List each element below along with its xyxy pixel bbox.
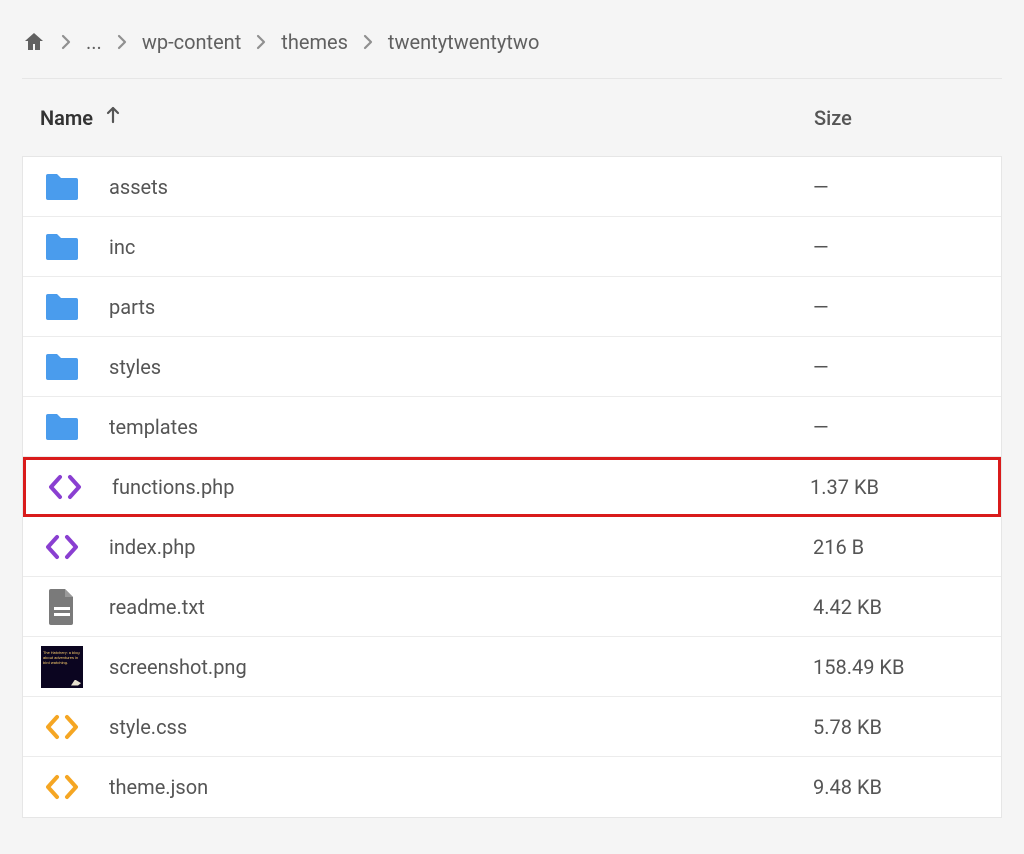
- column-header-size[interactable]: Size: [814, 106, 984, 130]
- breadcrumb-item[interactable]: themes: [281, 30, 348, 54]
- code-purple-icon: [41, 526, 83, 568]
- folder-icon: [41, 286, 83, 328]
- column-header-name[interactable]: Name: [40, 105, 814, 130]
- chevron-right-icon: [255, 33, 267, 51]
- folder-icon: [41, 346, 83, 388]
- chevron-right-icon: [116, 33, 128, 51]
- doc-icon: [41, 586, 83, 628]
- file-size: 9.48 KB: [813, 775, 983, 799]
- table-row[interactable]: parts—: [23, 277, 1001, 337]
- file-size: —: [813, 235, 983, 259]
- folder-icon: [41, 406, 83, 448]
- table-row[interactable]: index.php216 B: [23, 517, 1001, 577]
- file-size: —: [813, 415, 983, 439]
- folder-icon: [41, 226, 83, 268]
- table-row[interactable]: readme.txt4.42 KB: [23, 577, 1001, 637]
- chevron-right-icon: [60, 33, 72, 51]
- table-row[interactable]: templates—: [23, 397, 1001, 457]
- table-row[interactable]: assets—: [23, 157, 1001, 217]
- table-row[interactable]: inc—: [23, 217, 1001, 277]
- file-name: index.php: [109, 535, 813, 559]
- breadcrumb-item[interactable]: twentytwentytwo: [388, 30, 539, 54]
- file-size: —: [813, 295, 983, 319]
- file-size: 4.42 KB: [813, 595, 983, 619]
- file-size: —: [813, 355, 983, 379]
- image-thumbnail: The Hatchery: a blogabout adventures inb…: [41, 646, 83, 688]
- breadcrumb-item[interactable]: wp-content: [142, 30, 241, 54]
- file-size: 158.49 KB: [813, 655, 983, 679]
- breadcrumb-ellipsis[interactable]: ...: [86, 30, 102, 54]
- home-icon[interactable]: [22, 30, 46, 54]
- code-orange-icon: [41, 706, 83, 748]
- column-name-label: Name: [40, 106, 93, 130]
- file-size: 5.78 KB: [813, 715, 983, 739]
- folder-icon: [41, 166, 83, 208]
- file-table: assets—inc—parts—styles—templates—functi…: [22, 157, 1002, 818]
- file-name: screenshot.png: [109, 655, 813, 679]
- file-size: 1.37 KB: [810, 475, 980, 499]
- file-name: theme.json: [109, 775, 813, 799]
- file-name: readme.txt: [109, 595, 813, 619]
- file-size: —: [813, 175, 983, 199]
- table-row[interactable]: The Hatchery: a blogabout adventures inb…: [23, 637, 1001, 697]
- code-purple-icon: [44, 466, 86, 508]
- table-header: Name Size: [22, 79, 1002, 157]
- breadcrumb: ... wp-content themes twentytwentytwo: [22, 20, 1002, 79]
- file-name: parts: [109, 295, 813, 319]
- table-row[interactable]: theme.json9.48 KB: [23, 757, 1001, 817]
- file-name: functions.php: [112, 475, 810, 499]
- sort-asc-icon: [103, 105, 123, 130]
- thumbnail-icon: The Hatchery: a blogabout adventures inb…: [41, 646, 83, 688]
- chevron-right-icon: [362, 33, 374, 51]
- table-row[interactable]: functions.php1.37 KB: [23, 457, 1001, 517]
- file-name: style.css: [109, 715, 813, 739]
- file-name: templates: [109, 415, 813, 439]
- table-row[interactable]: styles—: [23, 337, 1001, 397]
- file-name: styles: [109, 355, 813, 379]
- column-size-label: Size: [814, 106, 852, 130]
- file-name: inc: [109, 235, 813, 259]
- table-row[interactable]: style.css5.78 KB: [23, 697, 1001, 757]
- file-name: assets: [109, 175, 813, 199]
- file-size: 216 B: [813, 535, 983, 559]
- code-orange-icon: [41, 766, 83, 808]
